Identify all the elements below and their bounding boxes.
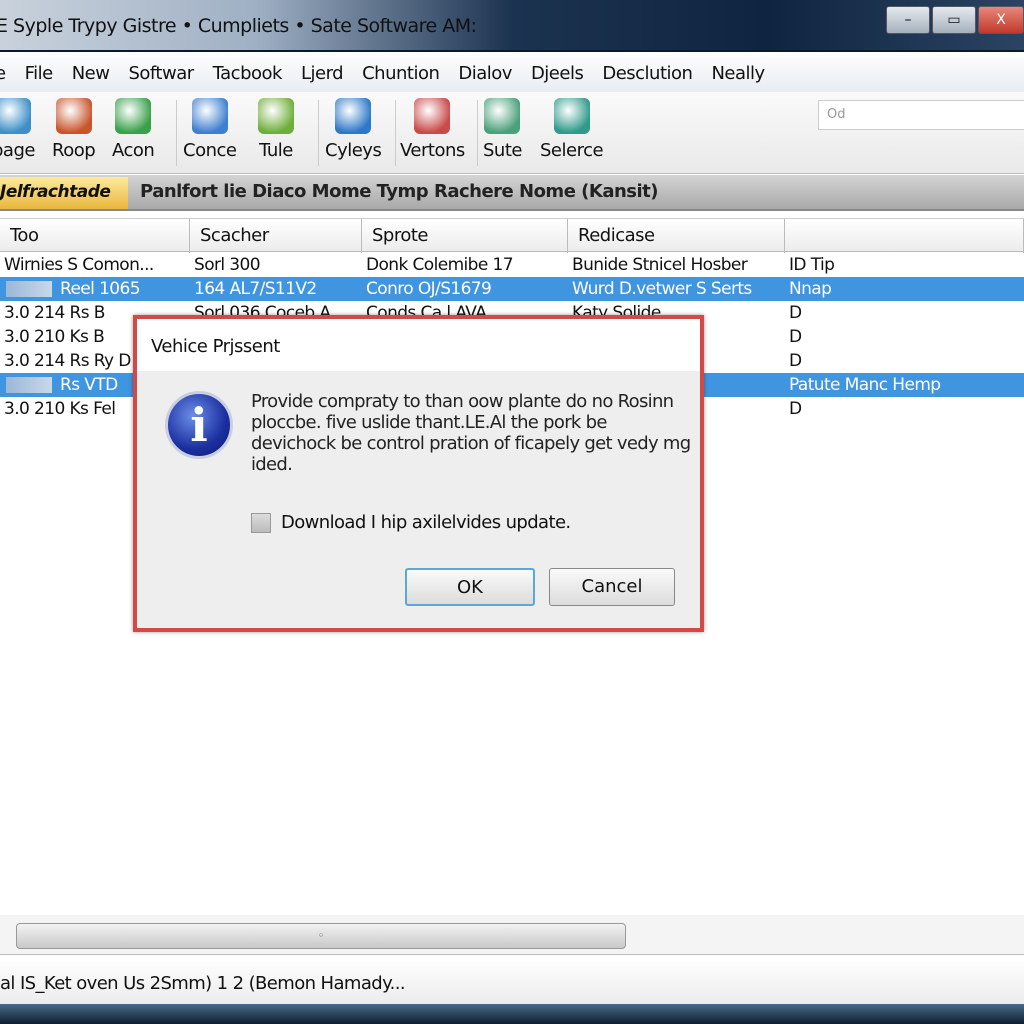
toolbar-label: Roop	[52, 140, 96, 161]
table-cell: Nnap	[789, 279, 832, 299]
table-cell: D	[789, 351, 802, 371]
toolbar-button[interactable]: Roop	[52, 98, 96, 161]
toolbar-button[interactable]: Selerce	[540, 98, 604, 161]
toolbar-button[interactable]: Cyleys	[325, 98, 382, 161]
table-cell: ID Tip	[789, 255, 835, 275]
column-header[interactable]: Too	[0, 219, 190, 253]
maximize-button[interactable]: ▭	[932, 6, 976, 34]
toolbar-label: page	[0, 140, 35, 161]
toolbar-label: Sute	[483, 140, 522, 161]
dialog-title: Vehice Prjssent	[137, 319, 700, 371]
table-row[interactable]: Reel 1065 164 AL7/S11V2 Conro OJ/S1679 Wurd…	[0, 277, 1024, 301]
ok-button[interactable]: OK	[405, 568, 535, 606]
cancel-button[interactable]: Cancel	[549, 568, 675, 606]
menu-item[interactable]: Desclution	[602, 63, 693, 84]
row-icon	[6, 377, 52, 393]
column-header[interactable]	[785, 219, 1024, 253]
table-row[interactable]: Wirnies S Comon... Sorl 300 Donk Colemibe …	[0, 253, 1024, 277]
toolbar-separator	[318, 100, 319, 166]
checkbox-label: Download I hip axilelvides update.	[281, 512, 571, 533]
toolbar-label: Cyleys	[325, 140, 382, 161]
search-input[interactable]: Od	[818, 100, 1024, 130]
upload-icon	[335, 98, 372, 134]
menu-item[interactable]: Ljerd	[301, 63, 344, 84]
scrollbar-thumb[interactable]: ◦	[16, 923, 626, 949]
table-cell: Wurd D.vetwer S Serts	[572, 279, 752, 299]
toolbar-label: Tule	[259, 140, 293, 161]
table-cell: Wirnies S Comon...	[4, 255, 154, 275]
table-cell: Bunide Stnicel Hosber	[572, 255, 748, 275]
menu-item[interactable]: e	[0, 63, 6, 84]
table-cell: Sorl 300	[194, 255, 261, 275]
cube-icon	[553, 98, 590, 134]
menu-item[interactable]: Softwar	[128, 63, 194, 84]
edit-icon	[258, 98, 294, 134]
gem-icon	[115, 98, 152, 134]
table-cell: D	[789, 303, 802, 323]
toolbar-label: Selerce	[540, 140, 604, 161]
menu-item[interactable]: Tacbook	[213, 63, 283, 84]
tab-band: Jelfrachtade Panlfort lie Diaco Mome Tym…	[0, 175, 1024, 211]
menu-item[interactable]: Neally	[711, 63, 765, 84]
toolbar-label: Acon	[112, 140, 155, 161]
horizontal-scrollbar[interactable]: ◦	[0, 915, 1024, 955]
tab-title: Panlfort lie Diaco Mome Tymp Rachere Nom…	[140, 181, 659, 202]
folder-icon	[484, 98, 521, 134]
window-title: E Syple Trypy Gistre • Cumpliets • Sate …	[0, 15, 477, 37]
table-cell: D	[789, 327, 802, 347]
menu-bar: e File New Softwar Tacbook Ljerd Chuntion Dialo…	[0, 54, 1024, 92]
info-icon: i	[165, 391, 233, 459]
toolbar-button[interactable]: Sute	[483, 98, 522, 161]
table-cell: Donk Colemibe 17	[366, 255, 514, 275]
menu-item[interactable]: Djeels	[531, 63, 584, 84]
download-icon	[0, 98, 32, 134]
toolbar-separator	[477, 100, 478, 166]
menu-item[interactable]: File	[25, 63, 54, 84]
toolbar-button[interactable]: Tule	[258, 98, 294, 161]
close-button[interactable]: X	[978, 6, 1024, 34]
table-cell: Patute Manc Hemp	[789, 375, 941, 395]
minimize-button[interactable]: –	[886, 6, 930, 34]
column-header[interactable]: Sprote	[362, 219, 568, 253]
cursor-icon	[191, 98, 228, 134]
message-dialog: Vehice Prjssent i Provide compraty to th…	[133, 315, 704, 632]
column-header[interactable]: Scacher	[190, 219, 362, 253]
toolbar-label: Conce	[183, 140, 237, 161]
toolbar-button[interactable]: Acon	[112, 98, 155, 161]
dialog-message: Provide compraty to than oow plante do n…	[251, 391, 691, 475]
update-checkbox[interactable]: Download I hip axilelvides update.	[251, 512, 571, 533]
taskbar	[0, 1004, 1024, 1024]
toolbar-separator	[395, 100, 396, 166]
toolbar-label: Vertons	[400, 140, 465, 161]
menu-item[interactable]: Chuntion	[362, 63, 440, 84]
title-bar: E Syple Trypy Gistre • Cumpliets • Sate …	[0, 0, 1024, 52]
tab-active[interactable]: Jelfrachtade	[0, 177, 128, 209]
toolbar-button[interactable]: Conce	[183, 98, 237, 161]
row-icon	[6, 281, 52, 297]
toolbar-button[interactable]: page	[0, 98, 35, 161]
table-cell: Conro OJ/S1679	[366, 279, 492, 299]
checkbox-box[interactable]	[251, 512, 271, 533]
table-cell: D	[789, 399, 802, 419]
status-bar: al IS_Ket oven Us 2Smm) 1 2 (Bemon Hamad…	[0, 962, 1024, 1004]
toolbar-separator	[176, 100, 177, 166]
menu-item[interactable]: Dialov	[458, 63, 512, 84]
tool-icon	[414, 98, 451, 134]
column-header[interactable]: Redicase	[568, 219, 785, 253]
globe-icon	[55, 98, 92, 134]
menu-item[interactable]: New	[72, 63, 110, 84]
table-header: Too Scacher Sprote Redicase	[0, 218, 1024, 253]
toolbar: Od page Roop Acon Conce Tule Cyleys Vertons Sut…	[0, 92, 1024, 174]
table-cell: 164 AL7/S11V2	[194, 279, 317, 299]
toolbar-button[interactable]: Vertons	[400, 98, 465, 161]
